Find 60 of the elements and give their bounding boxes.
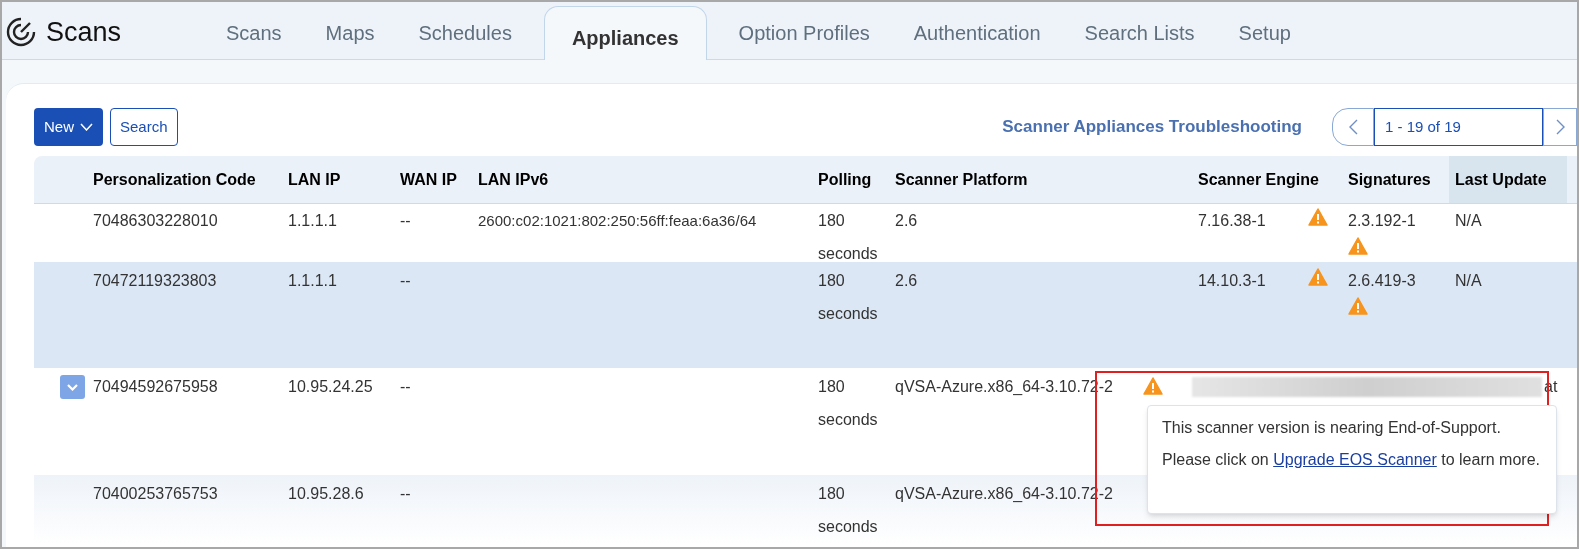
chevron-right-icon (1555, 119, 1565, 135)
warning-icon (1348, 237, 1368, 255)
column-header[interactable]: LAN IPv6 (478, 167, 549, 192)
warning-icon (1308, 208, 1328, 226)
column-header[interactable]: Polling (818, 167, 872, 192)
tab[interactable]: Setup (1216, 5, 1313, 59)
app-title: Scans (46, 16, 122, 49)
upgrade-link[interactable]: Upgrade EOS Scanner (1273, 451, 1437, 468)
tab[interactable]: Scans (204, 5, 304, 59)
table-cell: 70486303228010 (93, 212, 218, 229)
expand-button[interactable] (60, 375, 85, 399)
table-cell: 180 seconds (818, 272, 878, 322)
table-cell: N/A (1455, 212, 1482, 229)
table-cell: 180 seconds (818, 378, 878, 428)
table-cell-text: 2.6.419-3 (1348, 271, 1417, 291)
column-header[interactable]: Scanner Engine (1198, 167, 1319, 192)
tab[interactable]: Search Lists (1062, 5, 1217, 59)
table-cell: 1.1.1.1 (288, 212, 337, 229)
table-cell: 2600:c02:1021:802:250:56ff:feaa:6a36/64 (478, 212, 757, 229)
warning-icon (1142, 377, 1163, 395)
troubleshooting-link[interactable]: Scanner Appliances Troubleshooting (1002, 114, 1302, 140)
table-cell-text: 2.6 (895, 211, 918, 231)
page-range-field[interactable]: 1 - 19 of 19 (1374, 108, 1543, 146)
table-cell: 70494592675958 (93, 378, 218, 395)
table-cell: -- (400, 272, 411, 289)
table-cell: N/A (1455, 272, 1482, 289)
search-button[interactable]: Search (110, 108, 178, 146)
column-header[interactable]: LAN IP (288, 167, 341, 192)
tab[interactable]: Appliances (543, 6, 707, 60)
table-cell: -- (400, 378, 411, 395)
chevron-down-icon (67, 383, 78, 391)
previous-page-button[interactable] (1332, 108, 1374, 146)
table-cell: 70472119323803 (93, 272, 217, 289)
tab[interactable]: Schedules (396, 5, 534, 59)
table-cell: -- (400, 212, 411, 229)
table-cell-text: 7.16.38-1 (1198, 211, 1266, 231)
table-cell: 10.95.24.25 (288, 378, 373, 395)
next-page-button[interactable] (1543, 108, 1577, 146)
table-cell: 1.1.1.1 (288, 272, 337, 289)
table-cell: -- (400, 485, 411, 502)
table-cell: 70400253765753 (93, 485, 218, 502)
column-header[interactable]: Personalization Code (93, 167, 256, 192)
tooltip-text: This scanner version is nearing End-of-Support. Please click on Upgrade EOS Scanner to learn more. (1162, 418, 1541, 470)
column-header[interactable]: WAN IP (400, 167, 457, 192)
column-header[interactable]: Scanner Platform (895, 167, 1028, 192)
new-button[interactable]: New (34, 108, 103, 146)
tab[interactable]: Authentication (891, 5, 1063, 59)
warning-icon (1308, 268, 1328, 286)
table-cell: 180 seconds (818, 485, 878, 535)
table-cell: 10.95.28.6 (288, 485, 364, 502)
chevron-down-icon (80, 123, 93, 131)
table-cell: 180 seconds (818, 212, 878, 262)
column-header[interactable]: Signatures (1348, 167, 1431, 192)
warning-icon (1348, 297, 1368, 315)
tab[interactable]: Option Profiles (716, 5, 892, 59)
table-cell-text: 2.3.192-1 (1348, 211, 1417, 231)
tab[interactable]: Maps (303, 5, 397, 59)
table-cell-text: 2.6 (895, 271, 918, 291)
table-cell-text: 14.10.3-1 (1198, 271, 1266, 291)
chevron-left-icon (1348, 119, 1358, 135)
